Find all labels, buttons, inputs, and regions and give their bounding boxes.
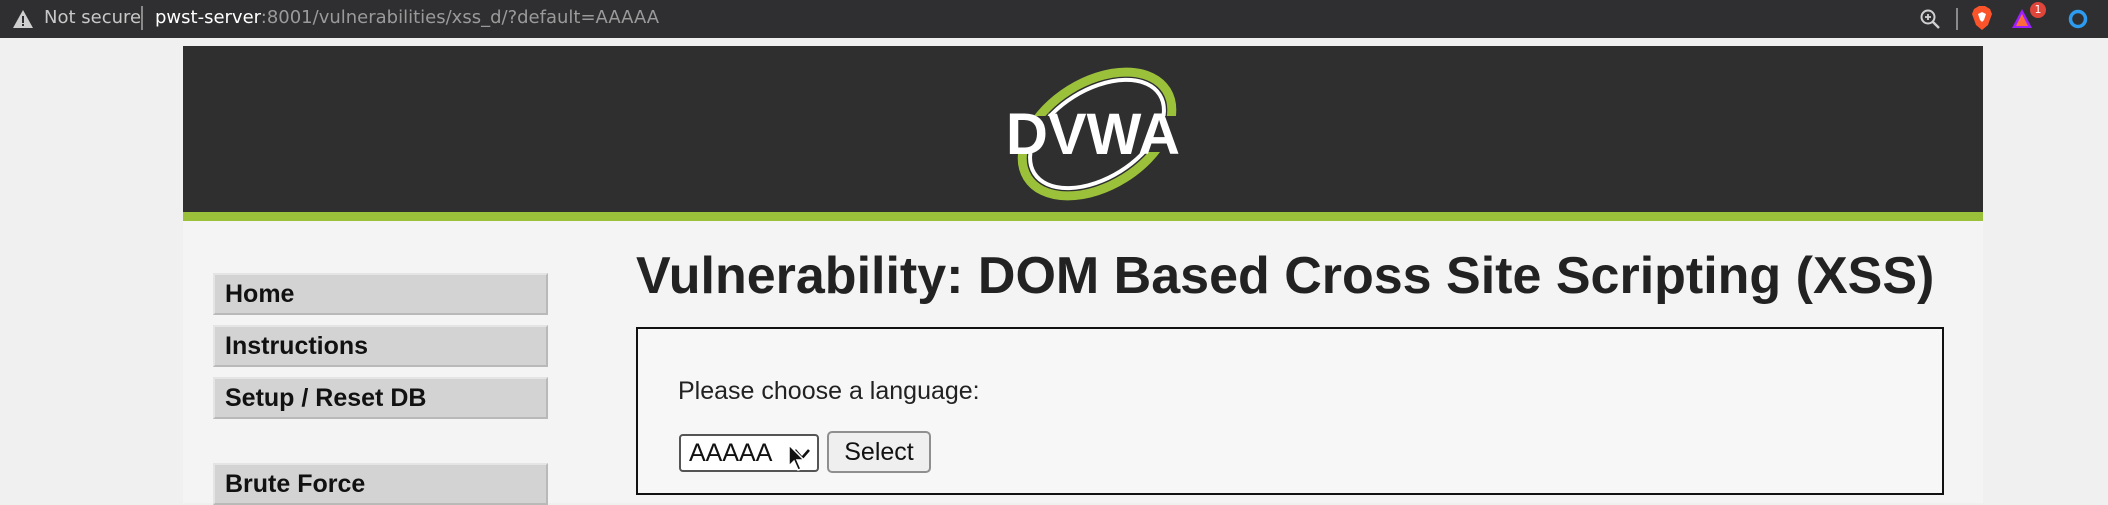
zoom-icon[interactable] — [1918, 7, 1942, 31]
menu-item-instructions[interactable]: Instructions — [213, 325, 548, 367]
page-title: Vulnerability: DOM Based Cross Site Scri… — [636, 247, 1935, 305]
vulnerability-box: Please choose a language: AAAAA Select — [636, 327, 1944, 495]
site-header: DVWA — [183, 46, 1983, 221]
language-select-value: AAAAA — [689, 439, 773, 467]
menu-item-home[interactable]: Home — [213, 273, 548, 315]
toolbar-divider — [1956, 8, 1958, 30]
logo-text: DVWA — [1006, 102, 1180, 167]
menu-item-brute-force[interactable]: Brute Force — [213, 463, 548, 505]
address-separator — [141, 6, 143, 30]
menu-item-setup-reset-db[interactable]: Setup / Reset DB — [213, 377, 548, 419]
url-field[interactable]: pwst-server:8001/vulnerabilities/xss_d/?… — [155, 7, 659, 28]
mouse-cursor-icon — [788, 444, 806, 471]
url-path: :8001/vulnerabilities/xss_d/?default=AAA… — [260, 7, 660, 28]
security-label[interactable]: Not secure — [44, 7, 141, 28]
notification-badge: 1 — [2030, 2, 2046, 18]
wallet-icon[interactable] — [2068, 9, 2088, 29]
brave-shields-icon[interactable] — [1970, 5, 1994, 31]
dvwa-page: DVWA Home Instructions Setup / Reset DB … — [183, 46, 1983, 505]
select-button[interactable]: Select — [827, 431, 931, 473]
warning-icon[interactable] — [12, 8, 34, 30]
dvwa-logo: DVWA — [1003, 67, 1183, 201]
browser-address-bar: Not secure pwst-server:8001/vulnerabilit… — [0, 0, 2108, 38]
url-host: pwst-server — [155, 7, 261, 28]
language-prompt: Please choose a language: — [678, 377, 980, 405]
